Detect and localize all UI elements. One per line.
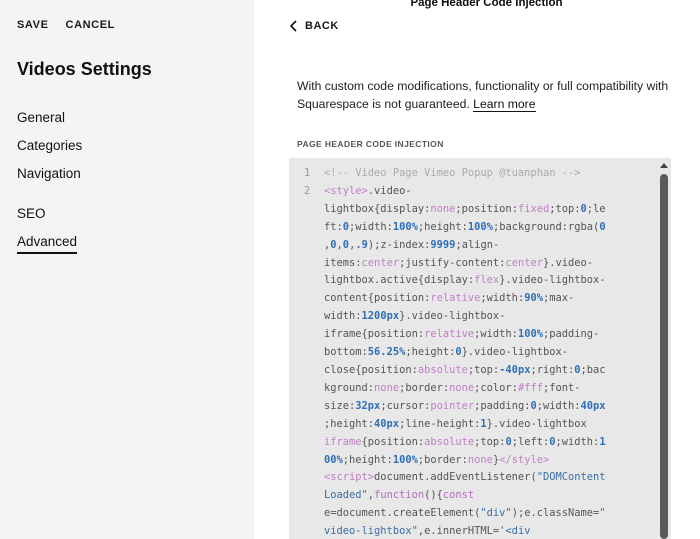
code-text[interactable]: kground:none;border:none;color:#fff;font… — [324, 380, 634, 398]
line-number: 1 — [304, 167, 311, 179]
code-line[interactable]: Loaded",function(){const — [289, 487, 634, 505]
code-text[interactable]: 00%;height:100%;border:none}</style> — [324, 452, 634, 470]
nav-item-seo[interactable]: SEO — [17, 206, 46, 221]
settings-sidebar: SAVE CANCEL Videos Settings General Cate… — [0, 0, 254, 539]
code-line[interactable]: ft:0;width:100%;height:100%;background:r… — [289, 219, 634, 237]
code-line[interactable]: lightbox{display:none;position:fixed;top… — [289, 201, 634, 219]
save-button[interactable]: SAVE — [17, 19, 49, 31]
code-line[interactable]: <script>document.addEventListener("DOMCo… — [289, 469, 634, 487]
page-title: Videos Settings — [17, 59, 152, 79]
cancel-button[interactable]: CANCEL — [66, 19, 115, 31]
code-text[interactable]: content{position:relative;width:90%;max- — [324, 290, 634, 308]
code-line[interactable]: bottom:56.25%;height:0}.video-lightbox- — [289, 344, 634, 362]
code-text[interactable]: iframe{position:relative;width:100%;padd… — [324, 326, 634, 344]
code-line[interactable]: content{position:relative;width:90%;max- — [289, 290, 634, 308]
code-text[interactable]: close{position:absolute;top:-40px;right:… — [324, 362, 634, 380]
code-text[interactable]: bottom:56.25%;height:0}.video-lightbox- — [324, 344, 634, 362]
code-line[interactable]: e=document.createElement("div");e.classN… — [289, 505, 634, 523]
code-line[interactable]: size:32px;cursor:pointer;padding:0;width… — [289, 398, 634, 416]
code-text[interactable]: width:1200px}.video-lightbox- — [324, 308, 634, 326]
code-text[interactable]: e=document.createElement("div");e.classN… — [324, 505, 634, 523]
code-line[interactable]: video-lightbox",e.innerHTML='<div — [289, 523, 634, 539]
chevron-left-icon — [289, 20, 297, 32]
code-text[interactable]: lightbox{display:none;position:fixed;top… — [324, 201, 634, 219]
code-line[interactable]: lightbox.active{display:flex}.video-ligh… — [289, 272, 634, 290]
nav-item-navigation[interactable]: Navigation — [17, 166, 81, 181]
code-editor[interactable]: 1 <!-- Video Page Vimeo Popup @tuanphan -… — [289, 158, 671, 539]
code-text[interactable]: ,0,0,.9);z-index:9999;align- — [324, 237, 634, 255]
scroll-up-icon[interactable] — [660, 163, 668, 168]
code-line[interactable]: items:center;justify-content:center}.vid… — [289, 255, 634, 273]
code-line[interactable]: kground:none;border:none;color:#fff;font… — [289, 380, 634, 398]
code-injection-panel: Page Header Code Injection BACK With cus… — [254, 0, 700, 539]
code-line[interactable]: ;height:40px;line-height:1}.video-lightb… — [289, 416, 634, 434]
code-line[interactable]: ,0,0,.9);z-index:9999;align- — [289, 237, 634, 255]
code-text[interactable]: video-lightbox",e.innerHTML='<div — [324, 523, 634, 539]
code-text[interactable]: ;height:40px;line-height:1}.video-lightb… — [324, 416, 634, 434]
code-line[interactable]: 1 <!-- Video Page Vimeo Popup @tuanphan -… — [289, 165, 634, 183]
code-text[interactable]: items:center;justify-content:center}.vid… — [324, 255, 634, 273]
code-text[interactable]: <style>.video- — [324, 183, 634, 201]
nav-item-categories[interactable]: Categories — [17, 138, 82, 153]
code-text[interactable]: <script>document.addEventListener("DOMCo… — [324, 469, 634, 487]
code-line[interactable]: iframe{position:relative;width:100%;padd… — [289, 326, 634, 344]
code-text[interactable]: <!-- Video Page Vimeo Popup @tuanphan --… — [324, 165, 634, 183]
back-button[interactable]: BACK — [287, 19, 339, 33]
code-line[interactable]: width:1200px}.video-lightbox- — [289, 308, 634, 326]
nav-item-general[interactable]: General — [17, 110, 65, 125]
code-line[interactable]: close{position:absolute;top:-40px;right:… — [289, 362, 634, 380]
code-text[interactable]: lightbox.active{display:flex}.video-ligh… — [324, 272, 634, 290]
back-label: BACK — [305, 20, 339, 32]
editor-scrollbar[interactable] — [657, 158, 671, 539]
code-text[interactable]: iframe{position:absolute;top:0;left:0;wi… — [324, 434, 634, 452]
panel-title: Page Header Code Injection — [410, 0, 563, 9]
code-text[interactable]: Loaded",function(){const — [324, 487, 634, 505]
code-text[interactable]: ft:0;width:100%;height:100%;background:r… — [324, 219, 634, 237]
scroll-thumb[interactable] — [660, 174, 668, 539]
learn-more-link[interactable]: Learn more — [473, 97, 536, 112]
code-line[interactable]: 00%;height:100%;border:none}</style> — [289, 452, 634, 470]
compatibility-notice: With custom code modifications, function… — [297, 77, 687, 113]
code-line[interactable]: iframe{position:absolute;top:0;left:0;wi… — [289, 434, 634, 452]
nav-item-advanced[interactable]: Advanced — [17, 234, 78, 254]
line-number: 2 — [304, 184, 311, 197]
code-text[interactable]: size:32px;cursor:pointer;padding:0;width… — [324, 398, 634, 416]
code-line[interactable]: 2 <style>.video- — [289, 183, 634, 201]
section-label: PAGE HEADER CODE INJECTION — [297, 139, 444, 149]
code-content[interactable]: 1 <!-- Video Page Vimeo Popup @tuanphan -… — [289, 165, 634, 539]
top-actions: SAVE CANCEL — [17, 19, 115, 31]
